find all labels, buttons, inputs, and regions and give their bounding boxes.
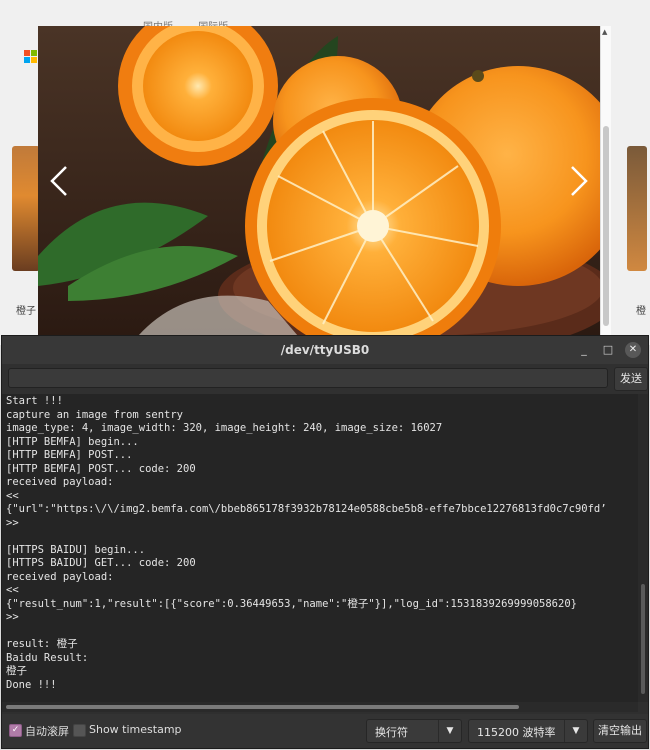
chevron-down-icon[interactable]: ▼: [438, 720, 461, 742]
output-horizontal-scrollbar[interactable]: [2, 702, 638, 712]
chevron-right-icon[interactable]: [562, 163, 592, 199]
autoscroll-checkbox[interactable]: ✓: [9, 724, 22, 737]
timestamp-label[interactable]: Show timestamp: [89, 723, 182, 736]
baud-rate-value: 115200 波特率: [477, 726, 556, 739]
clear-output-button[interactable]: 清空输出: [593, 719, 647, 743]
scroll-up-icon[interactable]: ▲: [602, 28, 607, 36]
scrollbar-thumb[interactable]: [603, 126, 609, 326]
window-title: /dev/ttyUSB0: [280, 343, 370, 357]
serial-output-text: Start !!! capture an image from sentry i…: [6, 395, 607, 691]
timestamp-checkbox[interactable]: [73, 724, 86, 737]
microsoft-logo-icon: [24, 50, 37, 63]
serial-output[interactable]: Start !!! capture an image from sentry i…: [2, 394, 638, 702]
line-ending-value: 换行符: [375, 726, 408, 739]
thumbnail-caption-left: 橙子: [16, 306, 36, 317]
background-web-page: 国内版 国际版 橙子 橙: [0, 0, 650, 345]
autoscroll-label[interactable]: 自动滚屏: [25, 723, 69, 739]
title-bar[interactable]: /dev/ttyUSB0 _ □ ✕: [2, 336, 648, 365]
horizontal-scrollbar-thumb[interactable]: [6, 705, 519, 709]
minimize-icon[interactable]: _: [576, 342, 592, 358]
bottom-toolbar: ✓ 自动滚屏 Show timestamp 换行符 ▼ 115200 波特率 ▼…: [2, 714, 648, 748]
line-ending-select[interactable]: 换行符 ▼: [366, 719, 462, 743]
send-button[interactable]: 发送: [614, 367, 648, 391]
chevron-down-icon[interactable]: ▼: [564, 720, 587, 742]
output-vertical-scrollbar[interactable]: [638, 394, 648, 702]
send-row: 发送: [2, 364, 648, 394]
maximize-icon[interactable]: □: [600, 342, 616, 358]
chevron-left-icon[interactable]: [46, 163, 76, 199]
vertical-scrollbar-thumb[interactable]: [641, 584, 645, 694]
orange-photo: [38, 26, 600, 336]
send-input[interactable]: [8, 368, 608, 388]
baud-rate-select[interactable]: 115200 波特率 ▼: [468, 719, 588, 743]
close-icon[interactable]: ✕: [625, 342, 641, 358]
thumbnail-right[interactable]: [627, 146, 647, 271]
thumbnail-caption-right: 橙: [636, 306, 646, 317]
serial-monitor-window: /dev/ttyUSB0 _ □ ✕ 发送 Start !!! capture …: [2, 336, 648, 748]
image-scrollbar[interactable]: ▲: [600, 26, 611, 336]
thumbnail-left[interactable]: [12, 146, 40, 271]
